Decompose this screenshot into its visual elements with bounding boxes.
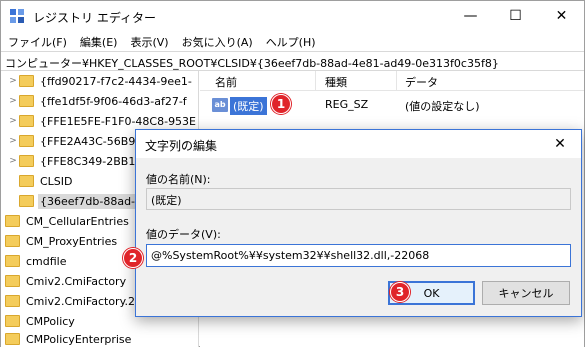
tree-item-label: Cmiv2.CmiFactory bbox=[26, 274, 127, 288]
expand-arrow-icon[interactable]: > bbox=[7, 96, 19, 106]
minimize-button[interactable]: — bbox=[448, 1, 493, 31]
menu-view[interactable]: 表示(V) bbox=[123, 31, 174, 51]
tree-item-label: {ffd90217-f7c2-4434-9ee1- bbox=[40, 74, 192, 88]
folder-icon bbox=[19, 115, 34, 127]
folder-icon bbox=[5, 215, 20, 227]
value-name[interactable]: (既定) bbox=[230, 97, 267, 115]
step-badge-1: 1 bbox=[271, 94, 291, 114]
tree-item[interactable]: > {ffd90217-f7c2-4434-9ee1- bbox=[7, 71, 194, 91]
dialog-title-bar: 文字列の編集 ✕ bbox=[136, 130, 581, 158]
folder-icon bbox=[5, 255, 20, 267]
dialog-title: 文字列の編集 bbox=[145, 139, 218, 153]
tree-item[interactable]: > {FFE8C349-2BB1-4 bbox=[7, 151, 148, 171]
menu-file[interactable]: ファイル(F) bbox=[1, 31, 73, 51]
value-data-input[interactable]: @%SystemRoot%¥¥system32¥¥shell32.dll,-22… bbox=[146, 244, 571, 267]
tree-item[interactable]: CMPolicy bbox=[5, 311, 77, 331]
title-bar: レジストリ エディター — ☐ ✕ bbox=[1, 1, 584, 31]
tree-item-clsid[interactable]: CLSID bbox=[19, 171, 75, 191]
string-value-icon: ab bbox=[212, 98, 228, 112]
tree-item-label: Cmiv2.CmiFactory.2 bbox=[26, 294, 136, 308]
value-row[interactable]: ab (既定) REG_SZ (値の設定なし) bbox=[200, 95, 584, 115]
folder-icon bbox=[5, 333, 20, 345]
tree-item-selected[interactable]: {36eef7db-88ad-4 bbox=[19, 191, 145, 211]
tree-item[interactable]: CMPolicyEnterprise bbox=[5, 329, 133, 347]
folder-icon bbox=[19, 95, 34, 107]
address-bar[interactable]: コンピューター¥HKEY_CLASSES_ROOT¥CLSID¥{36eef7d… bbox=[1, 51, 584, 71]
expand-arrow-icon[interactable]: > bbox=[7, 156, 19, 166]
column-type-header[interactable]: 種類 bbox=[325, 74, 347, 90]
value-data: (値の設定なし) bbox=[405, 100, 480, 113]
window-title: レジストリ エディター bbox=[33, 11, 156, 25]
edit-string-dialog: 文字列の編集 ✕ 値の名前(N): (既定) 値のデータ(V): @%Syste… bbox=[135, 129, 582, 317]
tree-item[interactable]: > {FFE1E5FE-F1F0-48C8-953E bbox=[7, 111, 198, 131]
folder-icon bbox=[19, 175, 34, 187]
column-name-header[interactable]: 名前 bbox=[215, 74, 237, 90]
column-header: 名前 種類 データ bbox=[200, 71, 584, 91]
folder-icon bbox=[5, 275, 20, 287]
menu-favorites[interactable]: お気に入り(A) bbox=[175, 31, 259, 51]
tree-item[interactable]: cmdfile bbox=[5, 251, 69, 271]
close-button[interactable]: ✕ bbox=[539, 1, 584, 31]
folder-icon bbox=[19, 195, 34, 207]
folder-icon bbox=[5, 295, 20, 307]
tree-item-label: CMPolicyEnterprise bbox=[26, 332, 132, 346]
value-data-label: 値のデータ(V): bbox=[146, 228, 221, 241]
column-data-header[interactable]: データ bbox=[405, 74, 438, 90]
dialog-close-button[interactable]: ✕ bbox=[540, 130, 580, 158]
step-badge-2: 2 bbox=[123, 248, 143, 268]
tree-item-label: {ffe1df5f-9f06-46d3-af27-f bbox=[40, 94, 187, 108]
folder-icon bbox=[5, 315, 20, 327]
value-type: REG_SZ bbox=[325, 98, 369, 111]
tree-item[interactable]: Cmiv2.CmiFactory.2 bbox=[5, 291, 137, 311]
address-path[interactable]: コンピューター¥HKEY_CLASSES_ROOT¥CLSID¥{36eef7d… bbox=[5, 55, 499, 71]
value-name-field: (既定) bbox=[146, 188, 571, 210]
menu-bar: ファイル(F) 編集(E) 表示(V) お気に入り(A) ヘルプ(H) bbox=[1, 31, 584, 51]
registry-editor-icon bbox=[10, 9, 24, 23]
expand-arrow-icon[interactable]: > bbox=[7, 116, 19, 126]
value-name-label: 値の名前(N): bbox=[146, 173, 211, 186]
tree-item-label: CLSID bbox=[40, 174, 73, 188]
folder-icon bbox=[19, 75, 34, 87]
folder-icon bbox=[19, 155, 34, 167]
menu-help[interactable]: ヘルプ(H) bbox=[259, 31, 322, 51]
column-separator[interactable] bbox=[315, 71, 316, 91]
maximize-button[interactable]: ☐ bbox=[493, 1, 538, 31]
tree-item[interactable]: CM_ProxyEntries bbox=[5, 231, 119, 251]
tree-item[interactable]: CM_CellularEntries bbox=[5, 211, 131, 231]
tree-item-label: CMPolicy bbox=[26, 314, 75, 328]
column-separator[interactable] bbox=[396, 71, 397, 91]
folder-icon bbox=[5, 235, 20, 247]
tree-item-label: {36eef7db-88ad-4 bbox=[38, 193, 145, 209]
step-badge-3: 3 bbox=[390, 282, 410, 302]
tree-item-label: {FFE8C349-2BB1-4 bbox=[40, 154, 147, 168]
menu-edit[interactable]: 編集(E) bbox=[73, 31, 124, 51]
tree-item-label: CM_ProxyEntries bbox=[26, 234, 118, 248]
tree-item[interactable]: > {ffe1df5f-9f06-46d3-af27-f bbox=[7, 91, 189, 111]
tree-item-label: CM_CellularEntries bbox=[26, 214, 129, 228]
tree-item-label: cmdfile bbox=[26, 254, 67, 268]
expand-arrow-icon[interactable]: > bbox=[7, 136, 19, 146]
tree-item-label: {FFE1E5FE-F1F0-48C8-953E bbox=[40, 114, 197, 128]
cancel-button[interactable]: キャンセル bbox=[482, 281, 570, 305]
expand-arrow-icon[interactable]: > bbox=[7, 76, 19, 86]
folder-icon bbox=[19, 135, 34, 147]
tree-item[interactable]: Cmiv2.CmiFactory bbox=[5, 271, 128, 291]
